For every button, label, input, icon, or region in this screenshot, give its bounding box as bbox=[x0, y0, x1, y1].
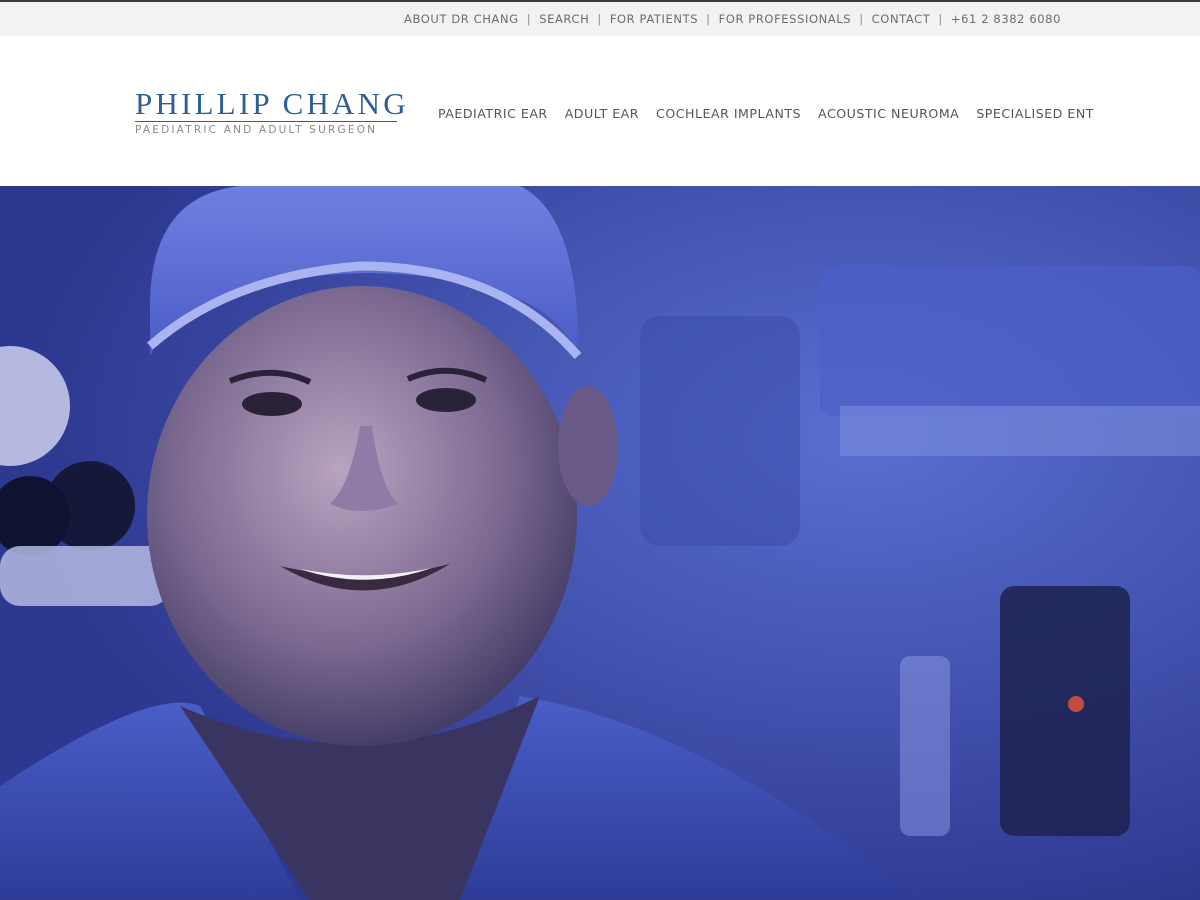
separator: | bbox=[597, 12, 602, 26]
logo-tagline: PAEDIATRIC AND ADULT SURGEON bbox=[135, 124, 378, 136]
site-header: PHILLIP CHANG PAEDIATRIC AND ADULT SURGE… bbox=[0, 36, 1200, 186]
logo-divider bbox=[135, 121, 397, 122]
util-link-patients[interactable]: FOR PATIENTS bbox=[610, 12, 698, 26]
separator: | bbox=[938, 12, 943, 26]
eye-left bbox=[242, 392, 302, 416]
equipment-shape bbox=[640, 316, 800, 546]
eye-right bbox=[416, 388, 476, 412]
nav-specialised-ent[interactable]: SPECIALISED ENT bbox=[976, 106, 1094, 121]
site-logo[interactable]: PHILLIP CHANG PAEDIATRIC AND ADULT SURGE… bbox=[135, 86, 409, 136]
utility-nav: ABOUT DR CHANG | SEARCH | FOR PATIENTS |… bbox=[404, 12, 1061, 26]
util-link-about[interactable]: ABOUT DR CHANG bbox=[404, 12, 519, 26]
util-link-search[interactable]: SEARCH bbox=[539, 12, 589, 26]
nav-acoustic-neuroma[interactable]: ACOUSTIC NEUROMA bbox=[818, 106, 959, 121]
ear bbox=[558, 386, 618, 506]
shelf-edge-shape bbox=[840, 406, 1200, 456]
nav-paediatric-ear[interactable]: PAEDIATRIC EAR bbox=[438, 106, 548, 121]
indicator-light bbox=[1068, 696, 1084, 712]
separator: | bbox=[706, 12, 711, 26]
face bbox=[147, 286, 577, 746]
utility-bar: ABOUT DR CHANG | SEARCH | FOR PATIENTS |… bbox=[0, 0, 1200, 36]
bottle-shape bbox=[900, 656, 950, 836]
logo-name: PHILLIP CHANG bbox=[135, 86, 409, 121]
microscope-body bbox=[0, 546, 170, 606]
surgeon-portrait-photo bbox=[0, 186, 1200, 900]
shelf-shape bbox=[820, 266, 1200, 416]
nav-adult-ear[interactable]: ADULT EAR bbox=[565, 106, 639, 121]
separator: | bbox=[526, 12, 532, 26]
hero-banner bbox=[0, 186, 1200, 900]
util-link-phone[interactable]: +61 2 8382 6080 bbox=[951, 12, 1061, 26]
separator: | bbox=[859, 12, 864, 26]
main-nav: PAEDIATRIC EAR ADULT EAR COCHLEAR IMPLAN… bbox=[438, 106, 1094, 121]
util-link-professionals[interactable]: FOR PROFESSIONALS bbox=[719, 12, 852, 26]
util-link-contact[interactable]: CONTACT bbox=[872, 12, 931, 26]
device-shape bbox=[1000, 586, 1130, 836]
nav-cochlear-implants[interactable]: COCHLEAR IMPLANTS bbox=[656, 106, 801, 121]
